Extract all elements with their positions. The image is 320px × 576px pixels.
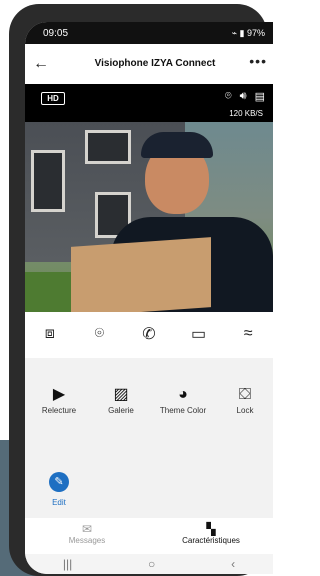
more-horiz-icon[interactable]: •••	[249, 53, 267, 69]
call-icon[interactable]: ✆	[134, 319, 164, 349]
feature-label: Theme Color	[159, 406, 207, 415]
home-icon[interactable]: ○	[148, 557, 155, 571]
status-battery: ⌁ ▮ 97%	[232, 28, 265, 39]
recent-apps-icon[interactable]: |||	[63, 557, 72, 571]
image-icon: ▨	[113, 386, 129, 403]
screenshot-icon[interactable]: ⧈	[35, 319, 65, 349]
hd-badge[interactable]: HD	[41, 92, 65, 105]
edit-icon: ✎	[49, 472, 69, 492]
video-toolbar: ⌾ 🔊︎ ▤	[225, 90, 265, 103]
lock-icon: ⛋	[238, 386, 252, 403]
feature-grid: ▶ Relecture ▨ Galerie ◕ Theme Color ⛋ Lo…	[25, 358, 273, 518]
feature-edit[interactable]: ✎ Edit	[29, 472, 89, 507]
feature-gallery[interactable]: ▨ Galerie	[91, 384, 151, 415]
bitrate-readout: 120 KB/S	[229, 109, 263, 118]
arrow-left-icon[interactable]: ←	[33, 54, 53, 74]
control-bar: ⧈ ⌾ ✆ ▭ ≈	[25, 312, 273, 356]
tab-label: Caractéristiques	[182, 536, 240, 545]
feature-label: Lock	[236, 406, 254, 415]
feature-replay[interactable]: ▶ Relecture	[29, 384, 89, 415]
grid-icon: ▚	[206, 522, 216, 536]
menu-icon[interactable]: ▤	[255, 90, 265, 103]
feature-label: Relecture	[41, 406, 77, 415]
bottom-tabs: ✉ Messages ▚ Caractéristiques	[25, 518, 273, 554]
page-title: Visiophone IZYA Connect	[94, 58, 216, 69]
battery-percent: 97%	[246, 28, 265, 38]
system-nav: ||| ○ ‹	[25, 554, 273, 574]
mail-icon: ✉	[81, 522, 93, 536]
status-bar: 09:05 ⌁ ▮ 97%	[25, 22, 273, 44]
package-box	[71, 237, 211, 312]
tab-label: Messages	[68, 536, 106, 545]
phone-screen: 09:05 ⌁ ▮ 97% ← Visiophone IZYA Connect …	[25, 22, 273, 574]
palette-icon: ◕	[178, 386, 188, 403]
camera-icon[interactable]: ⌾	[84, 319, 114, 349]
tab-messages[interactable]: ✉ Messages	[37, 522, 137, 545]
app-header: ← Visiophone IZYA Connect •••	[25, 44, 273, 84]
camera-image	[25, 122, 273, 312]
back-icon[interactable]: ‹	[231, 557, 235, 571]
camera-icon[interactable]: ⌾	[225, 90, 232, 103]
feature-label: Galerie	[108, 406, 134, 415]
speaker-icon[interactable]: 🔊︎	[240, 90, 247, 103]
status-time: 09:05	[43, 28, 69, 39]
play-icon: ▶	[52, 386, 66, 403]
tab-characteristics[interactable]: ▚ Caractéristiques	[161, 522, 261, 545]
phone-frame: 09:05 ⌁ ▮ 97% ← Visiophone IZYA Connect …	[9, 4, 273, 576]
feature-theme-color[interactable]: ◕ Theme Color	[153, 384, 213, 415]
video-record-icon[interactable]: ▭	[184, 319, 214, 349]
feature-lock[interactable]: ⛋ Lock	[215, 384, 273, 415]
signal-icon: ⌁ ▮	[231, 28, 245, 38]
feature-label: Edit	[52, 498, 66, 507]
collapse-icon[interactable]: ≈	[233, 319, 263, 349]
window	[31, 150, 65, 212]
person-cap	[141, 132, 213, 158]
window	[85, 130, 131, 164]
video-feed[interactable]: HD ⌾ 🔊︎ ▤ 120 KB/S	[25, 84, 273, 312]
